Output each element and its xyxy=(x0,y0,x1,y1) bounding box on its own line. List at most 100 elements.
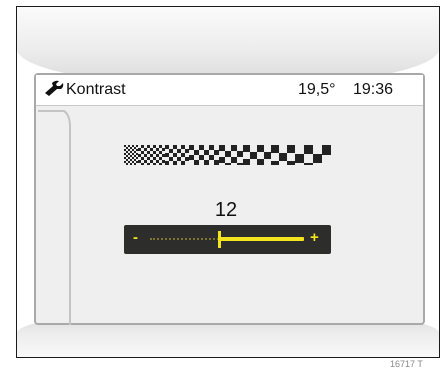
pattern-square xyxy=(144,154,147,157)
pattern-square xyxy=(231,157,237,163)
pattern-square xyxy=(271,161,279,165)
pattern-square xyxy=(124,145,126,147)
wrench-icon xyxy=(45,80,64,96)
pattern-square xyxy=(153,151,156,154)
pattern-square xyxy=(141,145,144,148)
pattern-square xyxy=(173,145,177,149)
slider-decrease-button[interactable]: - xyxy=(133,230,138,246)
contrast-slider[interactable]: - + xyxy=(124,225,331,254)
pattern-square xyxy=(156,154,159,157)
display-screen: Kontrast 19,5° 19:36 12 - + xyxy=(34,73,425,325)
pattern-square xyxy=(141,151,144,154)
pattern-square xyxy=(138,148,141,151)
pattern-square xyxy=(132,161,134,163)
pattern-square xyxy=(128,161,130,163)
pattern-square xyxy=(132,149,134,151)
pattern-square xyxy=(128,149,130,151)
pattern-square xyxy=(219,157,225,163)
pattern-square xyxy=(177,149,181,153)
pattern-square xyxy=(124,161,126,163)
pattern-square xyxy=(124,149,126,151)
pattern-square xyxy=(231,145,237,151)
pattern-square xyxy=(264,152,271,159)
pattern-square xyxy=(177,157,181,161)
pattern-square xyxy=(132,145,134,147)
page-title: Kontrast xyxy=(66,81,126,98)
pattern-square xyxy=(144,148,147,151)
pattern-square xyxy=(199,155,204,160)
pattern-square xyxy=(141,157,144,160)
pattern-square xyxy=(124,157,126,159)
pattern-square xyxy=(225,151,231,157)
screen-side-bracket xyxy=(38,110,71,325)
pattern-square xyxy=(126,147,128,149)
clock-time: 19:36 xyxy=(353,81,394,98)
pattern-square xyxy=(295,154,304,163)
pattern-square xyxy=(153,163,156,165)
pattern-square xyxy=(165,161,169,165)
figure-reference: 16717 T xyxy=(390,359,423,369)
pattern-square xyxy=(189,155,194,160)
pattern-square xyxy=(130,163,132,165)
pattern-square xyxy=(159,145,162,148)
pattern-square xyxy=(237,163,243,165)
pattern-square xyxy=(313,154,322,163)
pattern-square xyxy=(162,160,165,163)
pattern-square xyxy=(159,163,162,165)
pattern-square xyxy=(134,155,136,157)
pattern-square xyxy=(126,151,128,153)
pattern-square xyxy=(153,145,156,148)
pattern-square xyxy=(138,154,141,157)
pattern-square xyxy=(128,145,130,147)
pattern-square xyxy=(130,155,132,157)
pattern-square xyxy=(169,157,173,161)
pattern-square xyxy=(124,153,126,155)
pattern-square xyxy=(169,149,173,153)
pattern-square xyxy=(144,160,147,163)
pattern-square xyxy=(304,163,313,165)
pattern-square xyxy=(181,153,185,157)
pattern-square xyxy=(287,161,295,165)
pattern-square xyxy=(156,160,159,163)
pattern-square xyxy=(237,151,243,157)
slider-thumb[interactable] xyxy=(218,231,222,248)
slider-increase-button[interactable]: + xyxy=(310,230,319,246)
pattern-square xyxy=(243,145,250,152)
pattern-square xyxy=(162,148,165,151)
pattern-square xyxy=(214,150,219,155)
pattern-square xyxy=(199,145,204,150)
pattern-square xyxy=(138,160,141,163)
pattern-square xyxy=(189,145,194,150)
pattern-square xyxy=(128,153,130,155)
pattern-square xyxy=(134,151,136,153)
pattern-square xyxy=(153,157,156,160)
pattern-square xyxy=(128,157,130,159)
pattern-square xyxy=(287,145,295,153)
contrast-value: 12 xyxy=(214,199,238,221)
pattern-square xyxy=(225,163,231,165)
pattern-square xyxy=(243,159,250,165)
pattern-square xyxy=(134,159,136,161)
pattern-square xyxy=(147,157,150,160)
pattern-square xyxy=(136,161,138,163)
pattern-square xyxy=(141,163,144,165)
pattern-square xyxy=(209,155,214,160)
pattern-square xyxy=(185,149,189,153)
pattern-square xyxy=(150,160,153,163)
pattern-square xyxy=(159,157,162,160)
pattern-square xyxy=(130,159,132,161)
contrast-pattern-icon xyxy=(124,145,331,165)
pattern-square xyxy=(136,153,138,155)
pattern-square xyxy=(214,160,219,165)
pattern-square xyxy=(136,149,138,151)
pattern-square xyxy=(194,160,199,165)
pattern-square xyxy=(147,145,150,148)
pattern-square xyxy=(134,163,136,165)
pattern-square xyxy=(147,151,150,154)
pattern-square xyxy=(126,155,128,157)
pattern-square xyxy=(150,148,153,151)
pattern-square xyxy=(219,145,225,151)
pattern-square xyxy=(147,163,150,165)
pattern-square xyxy=(126,163,128,165)
pattern-square xyxy=(209,145,214,150)
